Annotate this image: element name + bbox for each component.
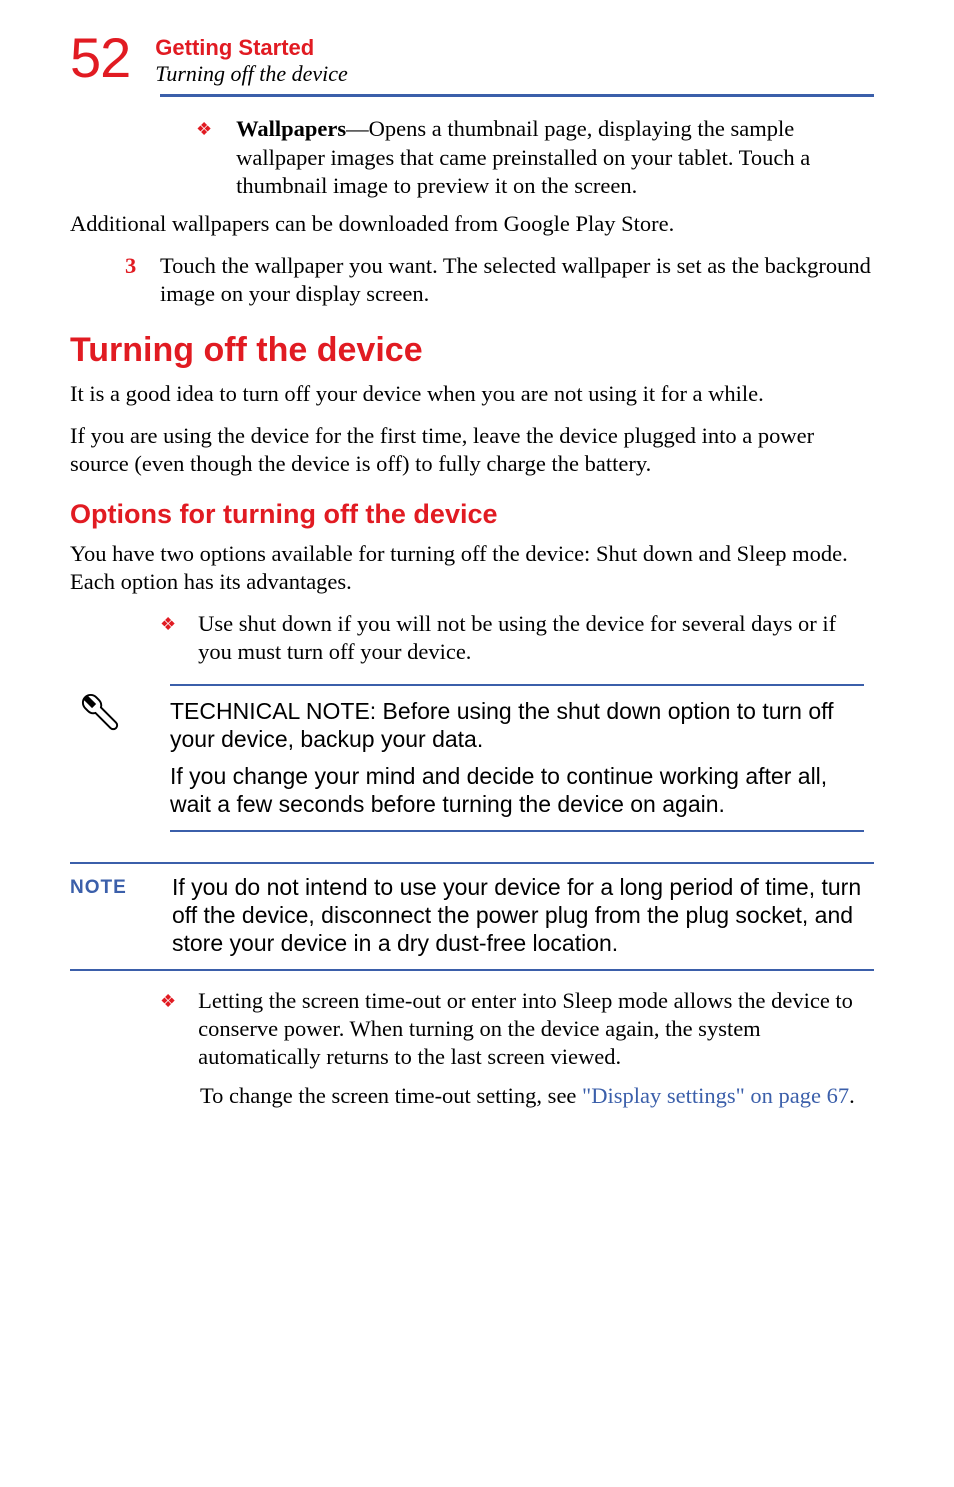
- technote-p1: TECHNICAL NOTE: Before using the shut do…: [170, 698, 864, 753]
- para-good-idea: It is a good idea to turn off your devic…: [70, 380, 874, 408]
- technote-p2: If you change your mind and decide to co…: [170, 763, 864, 818]
- wrench-icon: [72, 684, 134, 753]
- diamond-bullet-icon: ❖: [196, 115, 212, 143]
- header-divider: [160, 94, 874, 97]
- heading-options: Options for turning off the device: [70, 500, 874, 530]
- section-title: Turning off the device: [155, 62, 347, 86]
- step-number: 3: [125, 252, 140, 280]
- diamond-bullet-icon: ❖: [160, 610, 176, 638]
- bullet-shutdown: ❖ Use shut down if you will not be using…: [160, 610, 874, 666]
- chapter-title: Getting Started: [155, 36, 347, 60]
- technical-note: TECHNICAL NOTE: Before using the shut do…: [70, 684, 874, 832]
- page-header: 52 Getting Started Turning off the devic…: [70, 30, 874, 86]
- timeout-suffix: .: [849, 1083, 855, 1108]
- heading-turning-off: Turning off the device: [70, 332, 874, 369]
- step-3-text: Touch the wallpaper you want. The select…: [160, 252, 874, 308]
- step-3: 3 Touch the wallpaper you want. The sele…: [125, 252, 874, 308]
- bullet-shutdown-text: Use shut down if you will not be using t…: [198, 610, 874, 666]
- page-number: 52: [70, 30, 130, 86]
- bullet-sleep: ❖ Letting the screen time-out or enter i…: [160, 987, 874, 1071]
- note-text: If you do not intend to use your device …: [172, 874, 874, 957]
- diamond-bullet-icon: ❖: [160, 987, 176, 1015]
- timeout-para: To change the screen time-out setting, s…: [200, 1082, 874, 1110]
- timeout-prefix: To change the screen time-out setting, s…: [200, 1083, 582, 1108]
- wallpapers-label: Wallpapers: [236, 116, 346, 141]
- note-label: NOTE: [70, 874, 146, 900]
- para-two-options: You have two options available for turni…: [70, 540, 874, 596]
- note-block: NOTE If you do not intend to use your de…: [70, 862, 874, 971]
- display-settings-link[interactable]: "Display settings" on page 67: [582, 1083, 849, 1108]
- para-first-time: If you are using the device for the firs…: [70, 422, 874, 478]
- bullet-wallpapers: ❖ Wallpapers—Opens a thumbnail page, dis…: [196, 115, 874, 199]
- bullet-sleep-text: Letting the screen time-out or enter int…: [198, 988, 853, 1069]
- additional-wallpapers-text: Additional wallpapers can be downloaded …: [70, 210, 874, 238]
